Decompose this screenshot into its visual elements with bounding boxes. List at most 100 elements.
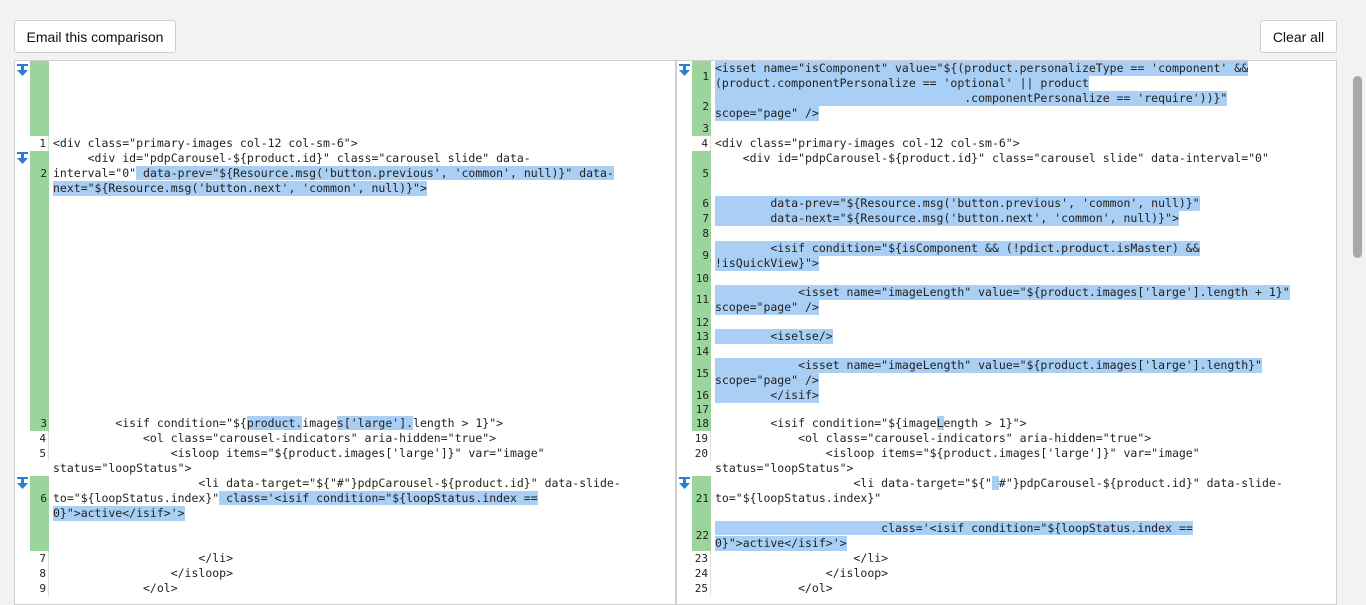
code-line: 7 data-next="${Resource.msg('button.next… — [677, 211, 1336, 226]
code-text: data-next="${Resource.msg('button.next',… — [715, 211, 1179, 226]
code-text: to="${loopStatus.index}" — [715, 491, 882, 505]
line-number: 9 — [30, 581, 49, 596]
code-line: status="loopStatus"> — [677, 461, 1336, 476]
code-line: 5 <isloop items="${product.images['large… — [15, 446, 675, 461]
line-number: 21 — [695, 492, 709, 505]
code-text: <isloop items="${product.images['large']… — [715, 446, 1200, 460]
line-number: 5 — [702, 167, 709, 180]
line-number: 6 — [40, 492, 47, 505]
code-line: 23 </li> — [677, 551, 1336, 566]
code-line: 2 interval="0" data-prev="${Resource.msg… — [15, 166, 675, 181]
code-line: 3 — [677, 121, 1336, 136]
line-number: 4 — [692, 136, 711, 151]
code-text: <ol class="carousel-indicators" aria-hid… — [53, 431, 497, 445]
code-text: </isloop> — [53, 566, 234, 580]
code-text: <iselse/> — [715, 329, 833, 344]
down-arrow-icon[interactable] — [17, 64, 28, 77]
code-line: 6 to="${loopStatus.index}" class='<isif … — [15, 491, 675, 506]
code-line: scope="page" /> — [677, 106, 1336, 121]
code-line: 7 </li> — [15, 551, 675, 566]
clear-all-button[interactable]: Clear all — [1260, 20, 1337, 53]
left-code-pane[interactable]: 1 <div class="primary-images col-12 col-… — [14, 60, 676, 605]
code-line: 6 data-prev="${Resource.msg('button.prev… — [677, 196, 1336, 211]
code-text: <li data-target="${" #"}pdpCarousel-${pr… — [715, 476, 1283, 490]
code-text: </li> — [53, 551, 234, 565]
code-line: <li data-target="${"#"}pdpCarousel-${pro… — [15, 476, 675, 491]
scrollbar-thumb[interactable] — [1353, 76, 1362, 258]
code-line: 9 </ol> — [15, 581, 675, 596]
line-number: 8 — [30, 566, 49, 581]
line-number: 3 — [702, 122, 709, 135]
line-number: 16 — [695, 389, 709, 402]
code-line: 13 <iselse/> — [677, 329, 1336, 344]
line-number: 1 — [30, 136, 49, 151]
code-line: 10 — [677, 271, 1336, 286]
code-line: (product.componentPersonalize == 'option… — [677, 76, 1336, 91]
line-number: 6 — [702, 197, 709, 210]
code-line: <li data-target="${" #"}pdpCarousel-${pr… — [677, 476, 1336, 491]
email-comparison-button[interactable]: Email this comparison — [14, 20, 176, 53]
line-number: 14 — [695, 345, 709, 358]
code-line: 1 <div class="primary-images col-12 col-… — [15, 136, 675, 151]
line-number: 25 — [692, 581, 711, 596]
code-text: </ol> — [53, 581, 178, 595]
line-number: 20 — [692, 446, 711, 461]
code-line: <div id="pdpCarousel-${product.id}" clas… — [15, 151, 675, 166]
code-line: 20 <isloop items="${product.images['larg… — [677, 446, 1336, 461]
code-text: data-prev="${Resource.msg('button.previo… — [715, 196, 1200, 211]
code-line: 3 <isif condition="${product.images['lar… — [15, 416, 675, 431]
code-text: <ol class="carousel-indicators" aria-hid… — [715, 431, 1152, 445]
line-number: 19 — [692, 431, 711, 446]
code-text: status="loopStatus"> — [715, 461, 854, 475]
line-number: 5 — [30, 446, 49, 461]
code-text: </li> — [715, 551, 889, 565]
line-number: 24 — [692, 566, 711, 581]
line-number: 10 — [695, 272, 709, 285]
code-line: 0}">active</isif>'> — [677, 536, 1336, 551]
line-number: 7 — [30, 551, 49, 566]
code-line: <div id="pdpCarousel-${product.id}" clas… — [677, 151, 1336, 166]
line-number: 18 — [695, 417, 709, 430]
code-line: 8 — [677, 226, 1336, 241]
code-line: 12 — [677, 315, 1336, 330]
change-gutter-bar — [30, 61, 49, 136]
line-number: 4 — [30, 431, 49, 446]
code-text: <isif condition="${product.images['large… — [53, 416, 504, 430]
code-line: 17 — [677, 402, 1336, 417]
line-number: 23 — [692, 551, 711, 566]
code-line: 16 </isif> — [677, 388, 1336, 403]
code-line: scope="page" /> — [677, 373, 1336, 388]
code-text: 0}">active</isif>'> — [715, 536, 847, 551]
code-text: <div id="pdpCarousel-${product.id}" clas… — [715, 151, 1269, 165]
code-text: </isif> — [715, 388, 819, 403]
line-number: 7 — [702, 212, 709, 225]
line-number: 12 — [695, 316, 709, 329]
code-line: !isQuickView}"> — [677, 256, 1336, 271]
code-text: scope="page" /> — [715, 106, 819, 121]
code-text: <li data-target="${"#"}pdpCarousel-${pro… — [53, 476, 621, 490]
code-text: <isif condition="${imageLength > 1}"> — [715, 416, 1027, 430]
code-text: interval="0" data-prev="${Resource.msg('… — [53, 166, 614, 180]
code-line: 19 <ol class="carousel-indicators" aria-… — [677, 431, 1336, 446]
code-text: </ol> — [715, 581, 833, 595]
code-text: <isloop items="${product.images['large']… — [53, 446, 545, 460]
code-line: 24 </isloop> — [677, 566, 1336, 581]
code-line: 0}">active</isif>'> — [15, 506, 675, 521]
code-text: </isloop> — [715, 566, 889, 580]
line-number: 3 — [40, 417, 47, 430]
code-line: 8 </isloop> — [15, 566, 675, 581]
code-text: scope="page" /> — [715, 373, 819, 388]
code-text: scope="page" /> — [715, 300, 819, 315]
code-text: <div class="primary-images col-12 col-sm… — [53, 136, 358, 150]
code-line: scope="page" /> — [677, 300, 1336, 315]
code-line: next="${Resource.msg('button.next', 'com… — [15, 181, 675, 196]
code-line: 21 to="${loopStatus.index}" — [677, 491, 1336, 506]
line-number: 17 — [695, 403, 709, 416]
code-line: 4 <ol class="carousel-indicators" aria-h… — [15, 431, 675, 446]
line-number: 13 — [695, 330, 709, 343]
code-text: to="${loopStatus.index}" class='<isif co… — [53, 491, 538, 505]
code-text: <div class="primary-images col-12 col-sm… — [715, 136, 1020, 150]
line-number: 8 — [702, 227, 709, 240]
line-number: 2 — [40, 167, 47, 180]
right-code-pane[interactable]: <isset name="isComponent" value="${(prod… — [676, 60, 1337, 605]
